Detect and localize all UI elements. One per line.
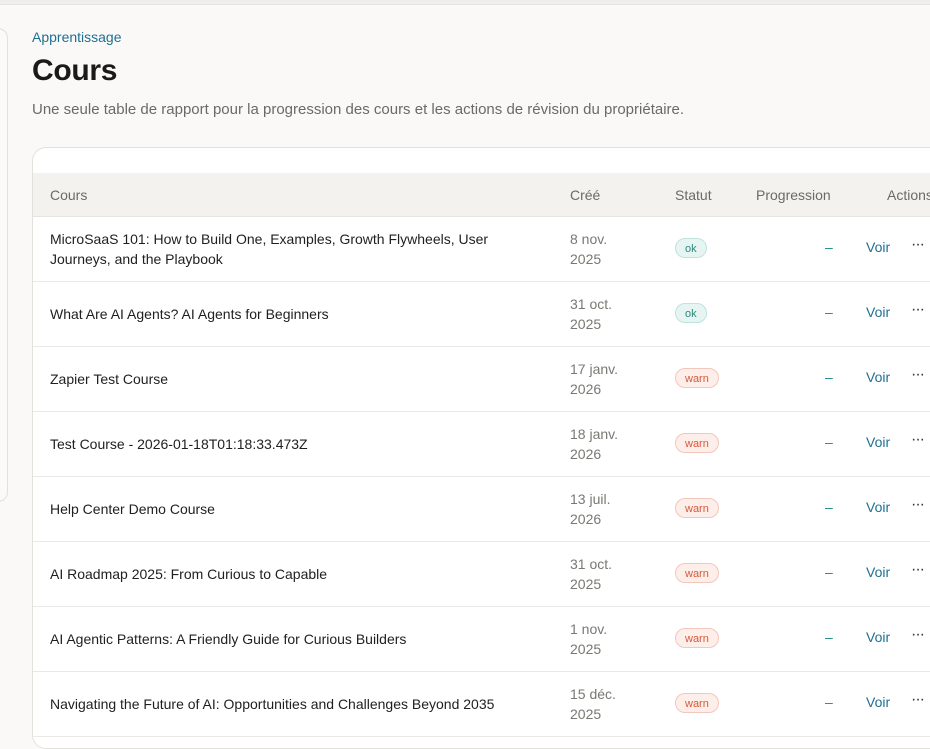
created-date-year: 2025 bbox=[570, 706, 602, 722]
table-body: MicroSaaS 101: How to Build One, Example… bbox=[33, 217, 930, 737]
sidebar-panel-edge bbox=[0, 28, 8, 502]
view-button[interactable]: Voir bbox=[866, 434, 890, 450]
more-actions-icon[interactable]: ··· bbox=[911, 626, 925, 644]
course-title[interactable]: AI Agentic Patterns: A Friendly Guide fo… bbox=[50, 607, 530, 671]
page-subtitle: Une seule table de rapport pour la progr… bbox=[32, 101, 685, 118]
progress-value: – bbox=[825, 434, 833, 450]
created-date: 1 nov. 2025 bbox=[570, 619, 640, 659]
created-date-day: 17 janv. bbox=[570, 361, 618, 377]
table-row[interactable]: MicroSaaS 101: How to Build One, Example… bbox=[33, 217, 930, 282]
more-actions-icon[interactable]: ··· bbox=[911, 496, 925, 514]
course-title[interactable]: MicroSaaS 101: How to Build One, Example… bbox=[50, 217, 530, 281]
created-date: 8 nov. 2025 bbox=[570, 229, 640, 269]
created-date-year: 2025 bbox=[570, 316, 602, 332]
status-badge: ok bbox=[675, 238, 707, 258]
status-badge: warn bbox=[675, 368, 719, 388]
course-title-text: MicroSaaS 101: How to Build One, Example… bbox=[50, 231, 489, 267]
course-title[interactable]: Navigating the Future of AI: Opportuniti… bbox=[50, 672, 530, 736]
courses-table: Cours Créé Statut Progression Actions Mi… bbox=[32, 147, 930, 749]
progress-value: – bbox=[825, 239, 833, 255]
created-date-year: 2025 bbox=[570, 251, 602, 267]
course-title[interactable]: AI Roadmap 2025: From Curious to Capable bbox=[50, 542, 530, 606]
progress-value: – bbox=[825, 694, 833, 710]
view-button[interactable]: Voir bbox=[866, 564, 890, 580]
course-title[interactable]: Help Center Demo Course bbox=[50, 477, 530, 541]
course-title[interactable]: Zapier Test Course bbox=[50, 347, 530, 411]
table-row[interactable]: AI Roadmap 2025: From Curious to Capable… bbox=[33, 542, 930, 607]
view-button[interactable]: Voir bbox=[866, 499, 890, 515]
status-badge: ok bbox=[675, 303, 707, 323]
progress-value: – bbox=[825, 304, 833, 320]
top-bar bbox=[0, 0, 930, 5]
column-header-progress[interactable]: Progression bbox=[756, 187, 831, 203]
created-date-year: 2026 bbox=[570, 511, 602, 527]
more-actions-icon[interactable]: ··· bbox=[911, 236, 925, 254]
course-title-text: Zapier Test Course bbox=[50, 371, 169, 387]
column-header-course[interactable]: Cours bbox=[50, 187, 87, 203]
view-button[interactable]: Voir bbox=[866, 239, 890, 255]
status-badge: warn bbox=[675, 498, 719, 518]
created-date-year: 2025 bbox=[570, 641, 602, 657]
table-row[interactable]: What Are AI Agents? AI Agents for Beginn… bbox=[33, 282, 930, 347]
view-button[interactable]: Voir bbox=[866, 369, 890, 385]
more-actions-icon[interactable]: ··· bbox=[911, 691, 925, 709]
created-date: 17 janv. 2026 bbox=[570, 359, 640, 399]
created-date: 13 juil. 2026 bbox=[570, 489, 640, 529]
more-actions-icon[interactable]: ··· bbox=[911, 366, 925, 384]
created-date-day: 15 déc. bbox=[570, 686, 616, 702]
view-button[interactable]: Voir bbox=[866, 629, 890, 645]
course-title-text: AI Agentic Patterns: A Friendly Guide fo… bbox=[50, 631, 407, 647]
status-badge: warn bbox=[675, 563, 719, 583]
more-actions-icon[interactable]: ··· bbox=[911, 561, 925, 579]
created-date-year: 2026 bbox=[570, 446, 602, 462]
created-date-day: 31 oct. bbox=[570, 296, 613, 312]
more-actions-icon[interactable]: ··· bbox=[911, 301, 925, 319]
progress-value: – bbox=[825, 499, 833, 515]
course-title[interactable]: What Are AI Agents? AI Agents for Beginn… bbox=[50, 282, 530, 346]
more-actions-icon[interactable]: ··· bbox=[911, 431, 925, 449]
table-row[interactable]: Zapier Test Course 17 janv. 2026 warn – Voir ·… bbox=[33, 347, 930, 412]
course-title-text: Help Center Demo Course bbox=[50, 501, 215, 517]
column-header-actions: Actions bbox=[887, 187, 930, 203]
progress-value: – bbox=[825, 564, 833, 580]
course-title-text: What Are AI Agents? AI Agents for Beginn… bbox=[50, 306, 329, 322]
status-badge: warn bbox=[675, 433, 719, 453]
course-title-text: Test Course - 2026-01-18T01:18:33.473Z bbox=[50, 436, 308, 452]
created-date-day: 13 juil. bbox=[570, 491, 611, 507]
created-date-year: 2026 bbox=[570, 381, 602, 397]
page-title: Cours bbox=[32, 54, 118, 87]
created-date: 31 oct. 2025 bbox=[570, 294, 640, 334]
created-date: 31 oct. 2025 bbox=[570, 554, 640, 594]
created-date-day: 31 oct. bbox=[570, 556, 613, 572]
column-header-status[interactable]: Statut bbox=[675, 187, 712, 203]
created-date-year: 2025 bbox=[570, 576, 602, 592]
table-header: Cours Créé Statut Progression Actions bbox=[33, 173, 930, 217]
created-date: 18 janv. 2026 bbox=[570, 424, 640, 464]
view-button[interactable]: Voir bbox=[866, 304, 890, 320]
status-badge: warn bbox=[675, 628, 719, 648]
table-row[interactable]: Help Center Demo Course 13 juil. 2026 warn –… bbox=[33, 477, 930, 542]
view-button[interactable]: Voir bbox=[866, 694, 890, 710]
created-date: 15 déc. 2025 bbox=[570, 684, 640, 724]
course-title-text: Navigating the Future of AI: Opportuniti… bbox=[50, 696, 495, 712]
progress-value: – bbox=[825, 629, 833, 645]
created-date-day: 8 nov. bbox=[570, 231, 608, 247]
course-title-text: AI Roadmap 2025: From Curious to Capable bbox=[50, 566, 328, 582]
table-row[interactable]: Test Course - 2026-01-18T01:18:33.473Z 18… bbox=[33, 412, 930, 477]
progress-value: – bbox=[825, 369, 833, 385]
created-date-day: 1 nov. bbox=[570, 621, 608, 637]
created-date-day: 18 janv. bbox=[570, 426, 618, 442]
table-row[interactable]: Navigating the Future of AI: Opportuniti… bbox=[33, 672, 930, 737]
breadcrumb[interactable]: Apprentissage bbox=[32, 29, 122, 45]
status-badge: warn bbox=[675, 693, 719, 713]
course-title[interactable]: Test Course - 2026-01-18T01:18:33.473Z bbox=[50, 412, 530, 476]
table-row[interactable]: AI Agentic Patterns: A Friendly Guide fo… bbox=[33, 607, 930, 672]
column-header-created[interactable]: Créé bbox=[570, 187, 600, 203]
